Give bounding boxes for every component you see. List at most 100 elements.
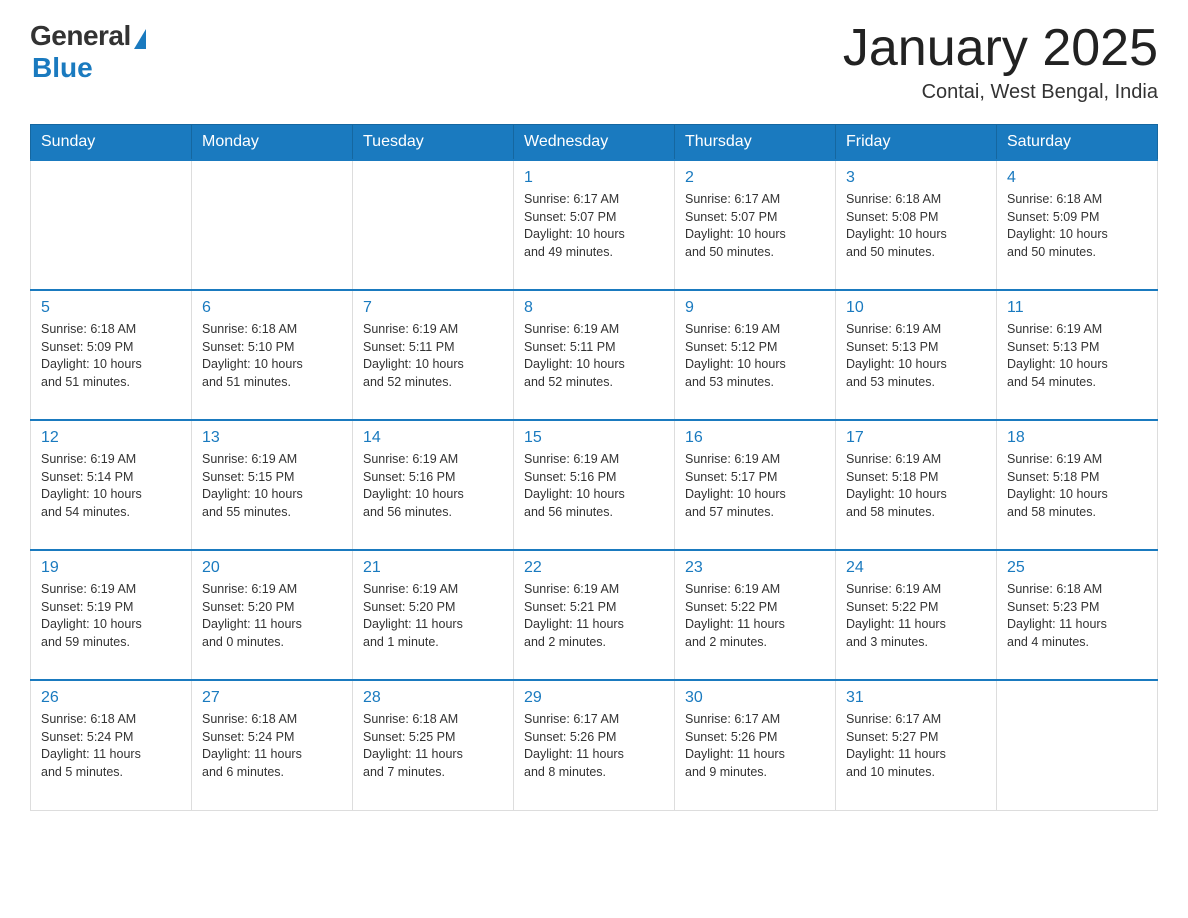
calendar-cell: 24 Sunrise: 6:19 AM Sunset: 5:22 PM Dayli… (836, 550, 997, 680)
day-info: Sunrise: 6:19 AM Sunset: 5:15 PM Dayligh… (202, 451, 342, 521)
day-of-week-header: Thursday (675, 125, 836, 161)
day-of-week-header: Friday (836, 125, 997, 161)
day-number: 24 (846, 559, 986, 577)
day-number: 13 (202, 429, 342, 447)
logo: General Blue (30, 20, 146, 84)
day-number: 7 (363, 299, 503, 317)
day-info: Sunrise: 6:19 AM Sunset: 5:18 PM Dayligh… (1007, 451, 1147, 521)
day-number: 18 (1007, 429, 1147, 447)
calendar-week-row: 26 Sunrise: 6:18 AM Sunset: 5:24 PM Dayli… (31, 680, 1158, 810)
calendar-week-row: 1 Sunrise: 6:17 AM Sunset: 5:07 PM Daylig… (31, 160, 1158, 290)
day-info: Sunrise: 6:17 AM Sunset: 5:07 PM Dayligh… (524, 191, 664, 261)
day-info: Sunrise: 6:19 AM Sunset: 5:17 PM Dayligh… (685, 451, 825, 521)
day-info: Sunrise: 6:17 AM Sunset: 5:07 PM Dayligh… (685, 191, 825, 261)
day-of-week-header: Monday (192, 125, 353, 161)
day-info: Sunrise: 6:17 AM Sunset: 5:26 PM Dayligh… (685, 711, 825, 781)
day-info: Sunrise: 6:19 AM Sunset: 5:16 PM Dayligh… (363, 451, 503, 521)
day-info: Sunrise: 6:17 AM Sunset: 5:26 PM Dayligh… (524, 711, 664, 781)
calendar-cell: 26Sunrise: 6:18 AM Sunset: 5:24 PM Dayli… (31, 680, 192, 810)
calendar-cell: 14 Sunrise: 6:19 AM Sunset: 5:16 PM Dayli… (353, 420, 514, 550)
day-number: 14 (363, 429, 503, 447)
day-number: 20 (202, 559, 342, 577)
calendar-cell: 10Sunrise: 6:19 AM Sunset: 5:13 PM Dayli… (836, 290, 997, 420)
calendar-cell: 17Sunrise: 6:19 AM Sunset: 5:18 PM Dayli… (836, 420, 997, 550)
day-info: Sunrise: 6:19 AM Sunset: 5:20 PM Dayligh… (202, 581, 342, 651)
day-info: Sunrise: 6:18 AM Sunset: 5:08 PM Dayligh… (846, 191, 986, 261)
day-info: Sunrise: 6:19 AM Sunset: 5:19 PM Dayligh… (41, 581, 181, 651)
day-number: 6 (202, 299, 342, 317)
day-number: 9 (685, 299, 825, 317)
day-number: 2 (685, 169, 825, 187)
day-number: 17 (846, 429, 986, 447)
day-number: 22 (524, 559, 664, 577)
calendar-cell: 6 Sunrise: 6:18 AM Sunset: 5:10 PM Daylig… (192, 290, 353, 420)
day-info: Sunrise: 6:19 AM Sunset: 5:11 PM Dayligh… (363, 321, 503, 391)
calendar-cell (353, 160, 514, 290)
calendar-cell: 9 Sunrise: 6:19 AM Sunset: 5:12 PM Daylig… (675, 290, 836, 420)
calendar-cell: 12Sunrise: 6:19 AM Sunset: 5:14 PM Dayli… (31, 420, 192, 550)
day-number: 1 (524, 169, 664, 187)
day-info: Sunrise: 6:19 AM Sunset: 5:20 PM Dayligh… (363, 581, 503, 651)
day-info: Sunrise: 6:19 AM Sunset: 5:14 PM Dayligh… (41, 451, 181, 521)
logo-blue-text: Blue (32, 52, 93, 84)
calendar-cell: 22 Sunrise: 6:19 AM Sunset: 5:21 PM Dayli… (514, 550, 675, 680)
calendar-cell: 7 Sunrise: 6:19 AM Sunset: 5:11 PM Daylig… (353, 290, 514, 420)
calendar-cell: 31Sunrise: 6:17 AM Sunset: 5:27 PM Dayli… (836, 680, 997, 810)
calendar-cell: 2 Sunrise: 6:17 AM Sunset: 5:07 PM Daylig… (675, 160, 836, 290)
day-info: Sunrise: 6:18 AM Sunset: 5:09 PM Dayligh… (1007, 191, 1147, 261)
page-header: General Blue January 2025 Contai, West B… (30, 20, 1158, 104)
day-number: 11 (1007, 299, 1147, 317)
day-info: Sunrise: 6:18 AM Sunset: 5:25 PM Dayligh… (363, 711, 503, 781)
day-number: 26 (41, 689, 181, 707)
calendar-cell (31, 160, 192, 290)
day-info: Sunrise: 6:18 AM Sunset: 5:09 PM Dayligh… (41, 321, 181, 391)
calendar-cell: 20 Sunrise: 6:19 AM Sunset: 5:20 PM Dayli… (192, 550, 353, 680)
calendar-cell: 15Sunrise: 6:19 AM Sunset: 5:16 PM Dayli… (514, 420, 675, 550)
calendar-week-row: 19Sunrise: 6:19 AM Sunset: 5:19 PM Dayli… (31, 550, 1158, 680)
location-subtitle: Contai, West Bengal, India (843, 81, 1158, 104)
day-number: 29 (524, 689, 664, 707)
calendar-cell: 1 Sunrise: 6:17 AM Sunset: 5:07 PM Daylig… (514, 160, 675, 290)
day-of-week-header: Saturday (997, 125, 1158, 161)
calendar-cell: 11 Sunrise: 6:19 AM Sunset: 5:13 PM Dayli… (997, 290, 1158, 420)
day-number: 28 (363, 689, 503, 707)
day-info: Sunrise: 6:19 AM Sunset: 5:13 PM Dayligh… (1007, 321, 1147, 391)
day-info: Sunrise: 6:17 AM Sunset: 5:27 PM Dayligh… (846, 711, 986, 781)
day-number: 25 (1007, 559, 1147, 577)
day-info: Sunrise: 6:18 AM Sunset: 5:10 PM Dayligh… (202, 321, 342, 391)
day-number: 16 (685, 429, 825, 447)
day-info: Sunrise: 6:18 AM Sunset: 5:24 PM Dayligh… (202, 711, 342, 781)
day-number: 27 (202, 689, 342, 707)
calendar-cell: 4 Sunrise: 6:18 AM Sunset: 5:09 PM Daylig… (997, 160, 1158, 290)
calendar-cell (192, 160, 353, 290)
calendar-cell: 5 Sunrise: 6:18 AM Sunset: 5:09 PM Daylig… (31, 290, 192, 420)
calendar-cell: 19Sunrise: 6:19 AM Sunset: 5:19 PM Dayli… (31, 550, 192, 680)
day-info: Sunrise: 6:19 AM Sunset: 5:22 PM Dayligh… (846, 581, 986, 651)
calendar-cell (997, 680, 1158, 810)
calendar-cell: 18 Sunrise: 6:19 AM Sunset: 5:18 PM Dayli… (997, 420, 1158, 550)
calendar-cell: 25 Sunrise: 6:18 AM Sunset: 5:23 PM Dayli… (997, 550, 1158, 680)
day-info: Sunrise: 6:19 AM Sunset: 5:21 PM Dayligh… (524, 581, 664, 651)
calendar-body: 1 Sunrise: 6:17 AM Sunset: 5:07 PM Daylig… (31, 160, 1158, 810)
day-number: 4 (1007, 169, 1147, 187)
day-of-week-header: Tuesday (353, 125, 514, 161)
calendar-cell: 23 Sunrise: 6:19 AM Sunset: 5:22 PM Dayli… (675, 550, 836, 680)
calendar-week-row: 12Sunrise: 6:19 AM Sunset: 5:14 PM Dayli… (31, 420, 1158, 550)
calendar-table: SundayMondayTuesdayWednesdayThursdayFrid… (30, 124, 1158, 811)
calendar-cell: 21Sunrise: 6:19 AM Sunset: 5:20 PM Dayli… (353, 550, 514, 680)
calendar-week-row: 5 Sunrise: 6:18 AM Sunset: 5:09 PM Daylig… (31, 290, 1158, 420)
day-number: 5 (41, 299, 181, 317)
day-info: Sunrise: 6:19 AM Sunset: 5:13 PM Dayligh… (846, 321, 986, 391)
day-info: Sunrise: 6:19 AM Sunset: 5:12 PM Dayligh… (685, 321, 825, 391)
logo-general-text: General (30, 20, 131, 52)
calendar-cell: 30Sunrise: 6:17 AM Sunset: 5:26 PM Dayli… (675, 680, 836, 810)
day-info: Sunrise: 6:19 AM Sunset: 5:16 PM Dayligh… (524, 451, 664, 521)
calendar-cell: 13 Sunrise: 6:19 AM Sunset: 5:15 PM Dayli… (192, 420, 353, 550)
calendar-cell: 3Sunrise: 6:18 AM Sunset: 5:08 PM Daylig… (836, 160, 997, 290)
calendar-cell: 8Sunrise: 6:19 AM Sunset: 5:11 PM Daylig… (514, 290, 675, 420)
day-info: Sunrise: 6:19 AM Sunset: 5:11 PM Dayligh… (524, 321, 664, 391)
calendar-cell: 29 Sunrise: 6:17 AM Sunset: 5:26 PM Dayli… (514, 680, 675, 810)
day-info: Sunrise: 6:19 AM Sunset: 5:22 PM Dayligh… (685, 581, 825, 651)
day-number: 23 (685, 559, 825, 577)
day-info: Sunrise: 6:18 AM Sunset: 5:23 PM Dayligh… (1007, 581, 1147, 651)
